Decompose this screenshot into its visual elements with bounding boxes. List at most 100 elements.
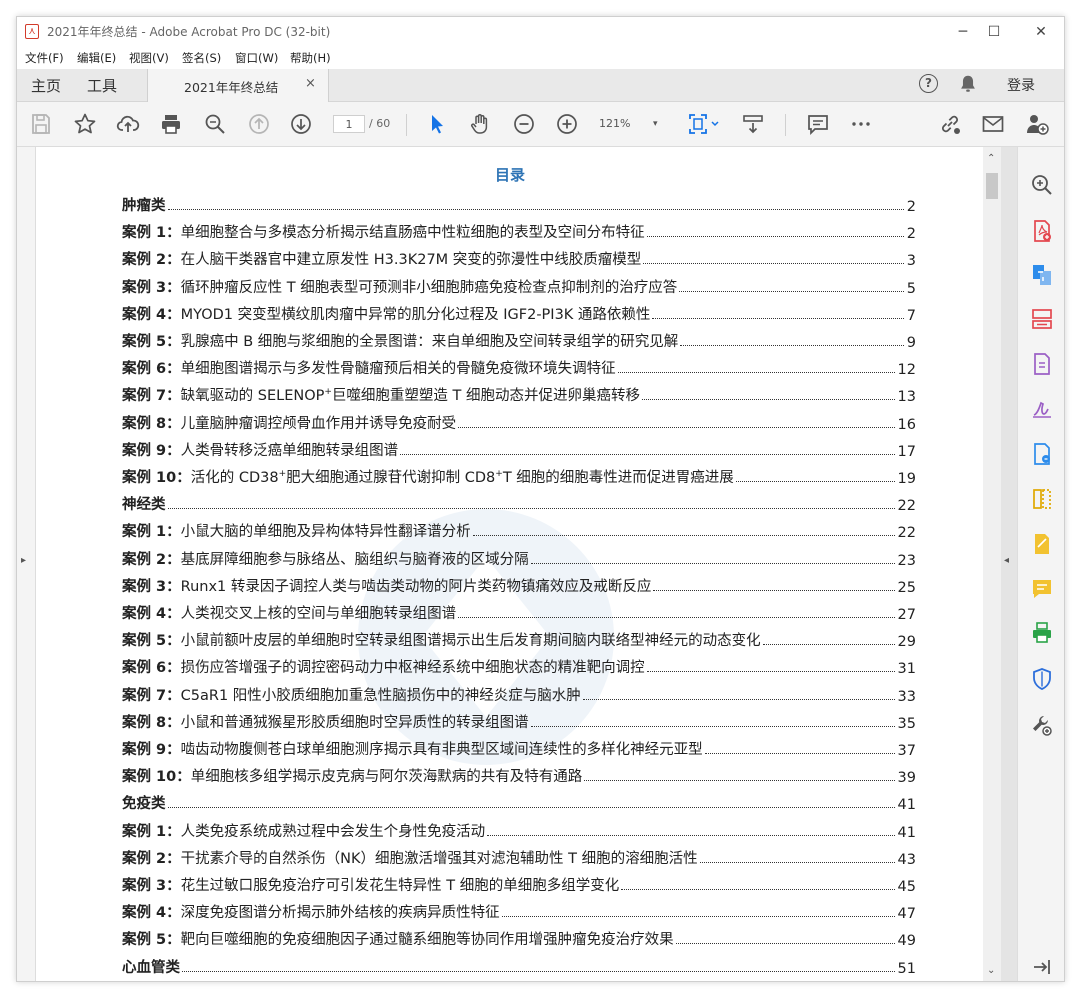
left-panel-toggle[interactable]: ▸ [17, 147, 36, 981]
toc-entry-title: 小鼠和普通狨猴星形胶质细胞时空异质性的转录组图谱 [180, 714, 529, 731]
zoom-out-icon[interactable] [512, 112, 536, 136]
create-pdf-icon[interactable] [1030, 219, 1054, 243]
bell-icon[interactable] [957, 73, 979, 99]
superscript: + [324, 387, 332, 398]
toolbar-divider [785, 114, 786, 136]
next-page-icon[interactable] [289, 112, 313, 136]
toc-entry-row[interactable]: 案例 1： 单细胞整合与多模态分析揭示结直肠癌中性粒细胞的表型及空间分布特征 2 [122, 218, 916, 242]
star-icon[interactable] [73, 112, 97, 136]
expand-left-icon[interactable]: ▸ [21, 555, 26, 566]
more-tools-icon[interactable] [1030, 713, 1054, 737]
page-fit-icon[interactable] [686, 112, 720, 136]
scroll-down-icon[interactable]: ⌄ [987, 965, 995, 976]
toc-entry-row[interactable]: 案例 4： MYOD1 突变型横纹肌肉瘤中异常的肌分化过程及 IGF2-PI3K … [122, 300, 916, 324]
toc-entry-row[interactable]: 案例 1： 人类免疫系统成熟过程中会发生个身性免疫活动 41 [122, 817, 916, 841]
edit-pdf-icon[interactable] [1030, 442, 1054, 466]
export-pdf-icon[interactable] [1030, 352, 1054, 376]
scroll-up-icon[interactable]: ⌃ [987, 153, 995, 164]
menu-sign[interactable]: 签名(S) [182, 50, 221, 66]
add-user-icon[interactable] [1025, 112, 1049, 136]
cloud-upload-icon[interactable] [116, 112, 140, 136]
toc-entry-row[interactable]: 案例 9： 人类骨转移泛癌单细胞转录组图谱 17 [122, 436, 916, 460]
toc-entry-row[interactable]: 案例 2： 基底屏障细胞参与脉络丛、脑组织与脑脊液的区域分隔 23 [122, 545, 916, 569]
organize-pages-icon[interactable] [1030, 307, 1054, 331]
close-window-button[interactable]: ✕ [1024, 21, 1058, 43]
toc-entry-title: C5aR1 阳性小胶质细胞加重急性脑损伤中的神经炎症与脑水肿 [180, 687, 581, 704]
more-icon[interactable] [849, 112, 873, 136]
toc-category-row[interactable]: 神经类 22 [122, 490, 916, 514]
toc-case-number: 案例 8： [122, 714, 181, 731]
toc-entry-row[interactable]: 案例 9： 啮齿动物腹侧苍白球单细胞测序揭示具有非典型区域间连续性的多样化神经元亚… [122, 735, 916, 759]
login-link[interactable]: 登录 [1007, 75, 1035, 95]
fill-sign-icon[interactable] [1030, 396, 1054, 420]
minimize-button[interactable]: ─ [946, 21, 980, 43]
select-cursor-icon[interactable] [425, 112, 449, 136]
menu-edit[interactable]: 编辑(E) [77, 50, 116, 66]
comment-icon[interactable] [806, 112, 830, 136]
toc-entry-row[interactable]: 案例 10： 活化的 CD38+肥大细胞通过腺苷代谢抑制 CD8+T 细胞的细胞毒… [122, 463, 916, 487]
toc-leader-dots [167, 807, 895, 809]
hand-tool-icon[interactable] [468, 112, 492, 136]
tab-home[interactable]: 主页 [31, 75, 61, 96]
toc-entry-row[interactable]: 案例 7： C5aR1 阳性小胶质细胞加重急性脑损伤中的神经炎症与脑水肿 33 [122, 681, 916, 705]
toc-entry-row[interactable]: 案例 5： 小鼠前额叶皮层的单细胞时空转录组图谱揭示出生后发育期间脑内联络型神经元… [122, 626, 916, 650]
toc-category-row[interactable]: 免疫类 41 [122, 789, 916, 813]
toc-page-number: 41 [897, 797, 916, 814]
scroll-mode-icon[interactable] [741, 112, 765, 136]
toc-entry-row[interactable]: 案例 1： 小鼠大脑的单细胞及异构体特异性翻译谱分析 22 [122, 517, 916, 541]
toc-entry-title: 小鼠大脑的单细胞及异构体特异性翻译谱分析 [180, 524, 471, 541]
page-number-input[interactable]: 1 [333, 115, 365, 133]
toc-entry-row[interactable]: 案例 6： 单细胞图谱揭示与多发性骨髓瘤预后相关的骨髓免疫微环境失调特征 12 [122, 354, 916, 378]
toc-entry-row[interactable]: 案例 4： 人类视交叉上核的空间与单细胞转录组图谱 27 [122, 599, 916, 623]
protect-icon[interactable] [1030, 667, 1054, 691]
print-icon[interactable] [159, 112, 183, 136]
tab-tools[interactable]: 工具 [87, 75, 117, 96]
toc-entry-row[interactable]: 案例 8： 儿童脑肿瘤调控颅骨血作用并诱导免疫耐受 16 [122, 409, 916, 433]
menu-help[interactable]: 帮助(H) [290, 50, 331, 66]
toc-entry-row[interactable]: 案例 10： 单细胞核多组学揭示皮克病与阿尔茨海默病的共有及特有通路 39 [122, 762, 916, 786]
find-icon[interactable] [203, 112, 227, 136]
toc-entry-row[interactable]: 案例 3： 循环肿瘤反应性 T 细胞表型可预测非小细胞肺癌免疫检查点抑制剂的治疗应… [122, 273, 916, 297]
previous-page-icon[interactable] [247, 112, 271, 136]
comment-tool-icon[interactable] [1030, 577, 1054, 601]
toc-page-number: 12 [897, 362, 916, 379]
toc-page-number: 2 [906, 199, 916, 215]
help-icon[interactable]: ? [919, 74, 938, 93]
menu-window[interactable]: 窗口(W) [235, 50, 278, 66]
toc-entry-row[interactable]: 案例 3： 花生过敏口服免疫治疗可引发花生特异性 T 细胞的单细胞多组学变化 45 [122, 871, 916, 895]
email-icon[interactable] [981, 112, 1005, 136]
zoom-in-icon[interactable] [555, 112, 579, 136]
toc-case-number: 案例 5： [122, 633, 181, 650]
compare-files-icon[interactable] [1030, 487, 1054, 511]
zoom-dropdown[interactable]: 121% ▾ [599, 115, 665, 133]
vertical-scrollbar[interactable]: ⌃ ⌄ [983, 147, 1001, 981]
toc-entry-row[interactable]: 案例 7： 缺氧驱动的 SELENOP+巨噬细胞重塑塑造 T 细胞动态并促进卵巢癌… [122, 381, 916, 405]
save-icon[interactable] [29, 112, 53, 136]
toc-entry-title: 乳腺癌中 B 细胞与浆细胞的全景图谱：来自单细胞及空间转录组学的研究见解 [180, 334, 679, 350]
combine-files-icon[interactable] [1030, 263, 1054, 287]
scroll-thumb[interactable] [986, 173, 998, 199]
toc-entry-row[interactable]: 案例 5： 乳腺癌中 B 细胞与浆细胞的全景图谱：来自单细胞及空间转录组学的研究见… [122, 327, 916, 351]
menu-view[interactable]: 视图(V) [129, 50, 169, 66]
toc-category-row[interactable]: 心血管类 51 [122, 953, 916, 977]
toc-entry-row[interactable]: 案例 4： 深度免疫图谱分析揭示肺外结核的疾病异质性特征 47 [122, 898, 916, 922]
acrobat-window: ⋏ 2021年年终总结 - Adobe Acrobat Pro DC (32-b… [16, 16, 1065, 982]
request-signature-icon[interactable] [1030, 532, 1054, 556]
menu-file[interactable]: 文件(F) [25, 50, 64, 66]
tab-document[interactable]: 2021年年终总结 × [147, 69, 329, 102]
close-tab-icon[interactable]: × [305, 76, 316, 91]
collapse-pane-icon[interactable] [1030, 955, 1054, 979]
print-production-icon[interactable] [1030, 621, 1054, 645]
toc-entry-row[interactable]: 案例 5： 靶向巨噬细胞的免疫细胞因子通过髓系细胞等协同作用增强肿瘤免疫治疗效果 4… [122, 925, 916, 949]
toc-entry-row[interactable]: 案例 2： 在人脑干类器官中建立原发性 H3.3K27M 突变的弥漫性中线胶质瘤模… [122, 245, 916, 269]
toc-entry-row[interactable]: 案例 6： 损伤应答增强子的调控密码动力中枢神经系统中细胞状态的精准靶向调控 31 [122, 653, 916, 677]
expand-right-icon[interactable]: ◂ [1004, 555, 1009, 566]
share-link-icon[interactable] [938, 112, 962, 136]
toc-entry-row[interactable]: 案例 2： 干扰素介导的自然杀伤（NK）细胞激活增强其对滤泡辅助性 T 细胞的溶细… [122, 844, 916, 868]
toc-category-row[interactable]: 肿瘤类 2 [122, 191, 916, 215]
zoom-search-icon[interactable] [1030, 173, 1054, 197]
toc-entry-row[interactable]: 案例 3： Runx1 转录因子调控人类与啮齿类动物的阿片类药物镇痛效应及戒断反应… [122, 572, 916, 596]
toc-entry-row[interactable]: 案例 8： 小鼠和普通狨猴星形胶质细胞时空异质性的转录组图谱 35 [122, 708, 916, 732]
toc-page-number: 29 [897, 634, 916, 651]
maximize-button[interactable]: ☐ [977, 21, 1011, 43]
